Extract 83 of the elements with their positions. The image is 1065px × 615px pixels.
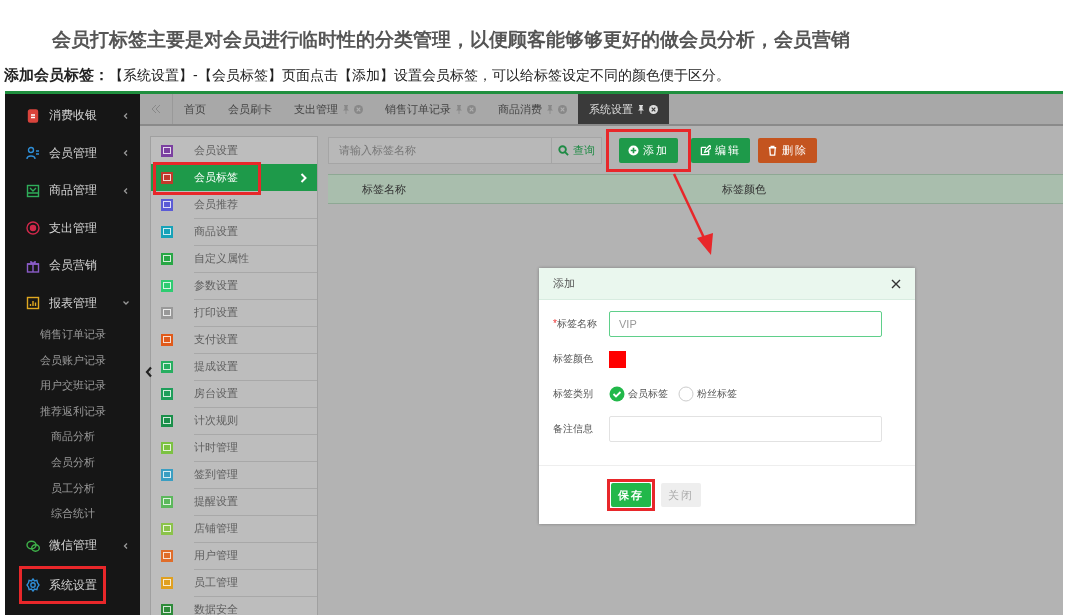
query-button[interactable]: 查询	[552, 136, 602, 164]
sidebar-subitem[interactable]: 商品分析	[5, 424, 140, 450]
sidebar-item[interactable]: 支出管理	[5, 209, 140, 247]
tab[interactable]: 支出管理	[283, 94, 374, 124]
edit-icon	[700, 144, 711, 156]
sidebar-subitem[interactable]: 会员分析	[5, 449, 140, 476]
input-field[interactable]	[609, 416, 882, 442]
collapse-chevron-icon[interactable]	[145, 366, 153, 378]
radio-option[interactable]: 粉丝标签	[678, 386, 737, 402]
gift-icon	[26, 258, 40, 273]
radio-icon	[678, 386, 694, 402]
color-swatch[interactable]	[609, 350, 626, 368]
chevron-left-icon	[122, 541, 130, 550]
tab[interactable]: 首页	[173, 94, 217, 124]
settings-menu-item[interactable]: 房台设置	[151, 380, 317, 407]
chevron-left-icon	[122, 186, 130, 195]
user-icon	[26, 146, 40, 161]
trash-icon	[767, 144, 778, 156]
settings-menu-item[interactable]: 自定义属性	[151, 245, 317, 272]
coin-icon	[26, 221, 40, 236]
radio-option[interactable]: 会员标签	[609, 386, 668, 402]
sidebar-item[interactable]: 会员管理	[5, 134, 140, 172]
sidebar-subitem[interactable]: 推荐返利记录	[5, 398, 140, 425]
settings-icon	[26, 578, 40, 593]
delete-button[interactable]: 删除	[758, 137, 817, 163]
settings-menu-item[interactable]: 店铺管理	[151, 515, 317, 542]
pin-icon	[638, 104, 644, 114]
pin-icon	[456, 104, 462, 114]
chevron-left-icon	[122, 149, 130, 158]
close-icon[interactable]	[649, 104, 658, 114]
receipt-icon	[26, 108, 40, 123]
settings-menu-item[interactable]: 员工管理	[151, 569, 317, 596]
settings-menu-item[interactable]: 会员推荐	[151, 191, 317, 218]
close-icon[interactable]	[891, 278, 901, 289]
settings-menu-item[interactable]: 参数设置	[151, 272, 317, 299]
search-icon	[558, 144, 569, 156]
sidebar-item[interactable]: 商品管理	[5, 172, 140, 210]
pin-icon	[343, 104, 349, 114]
settings-menu-item[interactable]: 计时管理	[151, 434, 317, 461]
add-button[interactable]: 添加	[619, 137, 678, 163]
field-label: *标签名称	[552, 317, 598, 331]
tab[interactable]: 商品消费	[487, 94, 578, 124]
sidebar-item[interactable]: 系统设置	[22, 569, 103, 602]
intro-paragraph: 添加会员标签：【系统设置】-【会员标签】页面点击【添加】设置会员标签，可以给标签设定不同的颜色便于区分。	[4, 66, 731, 84]
tab[interactable]: 系统设置	[578, 94, 669, 124]
sidebar-item[interactable]: 报表管理	[5, 284, 140, 322]
settings-menu-item[interactable]: 打印设置	[151, 299, 317, 326]
pin-icon	[547, 104, 553, 114]
input-field[interactable]: VIP	[609, 311, 882, 337]
sidebar-subitem[interactable]: 销售订单记录	[5, 322, 140, 348]
sidebar-subitem[interactable]: 用户交班记录	[5, 373, 140, 399]
box-icon	[26, 183, 40, 198]
field-label: 备注信息	[552, 422, 594, 436]
tab[interactable]: 销售订单记录	[374, 94, 487, 124]
settings-menu-item[interactable]: 提成设置	[151, 353, 317, 380]
radio-icon	[609, 386, 625, 402]
sidebar-subitem[interactable]: 综合统计	[5, 501, 140, 527]
article-heading: 会员打标签主要是对会员进行临时性的分类管理，以便顾客能够够更好的做会员分析，会员营销	[52, 28, 851, 52]
column-header: 标签名称	[362, 181, 407, 197]
sidebar-subitem[interactable]: 员工分析	[5, 475, 140, 502]
chat-icon	[26, 538, 40, 553]
sidebar-item[interactable]: 消费收银	[5, 97, 140, 135]
tab[interactable]: 会员刷卡	[217, 94, 283, 124]
settings-menu-item[interactable]: 签到管理	[151, 461, 317, 488]
settings-menu-item[interactable]: 支付设置	[151, 326, 317, 353]
settings-menu-item[interactable]: 提醒设置	[151, 488, 317, 515]
field-label: 标签颜色	[552, 352, 594, 366]
settings-menu-item[interactable]: 数据安全	[151, 596, 317, 615]
settings-menu-item[interactable]: 用户管理	[151, 542, 317, 569]
field-label: 标签类别	[552, 387, 594, 401]
settings-menu-item[interactable]: 商品设置	[151, 218, 317, 245]
plus-icon	[628, 144, 639, 156]
chevron-left-icon	[122, 111, 130, 120]
save-button[interactable]: 保存	[611, 483, 651, 507]
sidebar-subitem[interactable]: 会员账户记录	[5, 347, 140, 374]
edit-button[interactable]: 编辑	[691, 137, 750, 163]
dialog-title: 添加	[553, 276, 575, 291]
sidebar-item[interactable]: 会员营销	[5, 247, 140, 285]
column-header: 标签颜色	[722, 181, 766, 197]
chart-icon	[26, 296, 40, 311]
chevron-right-icon	[300, 172, 307, 183]
sidebar-item[interactable]: 微信管理	[5, 526, 140, 565]
settings-menu-item[interactable]: 计次规则	[151, 407, 317, 434]
